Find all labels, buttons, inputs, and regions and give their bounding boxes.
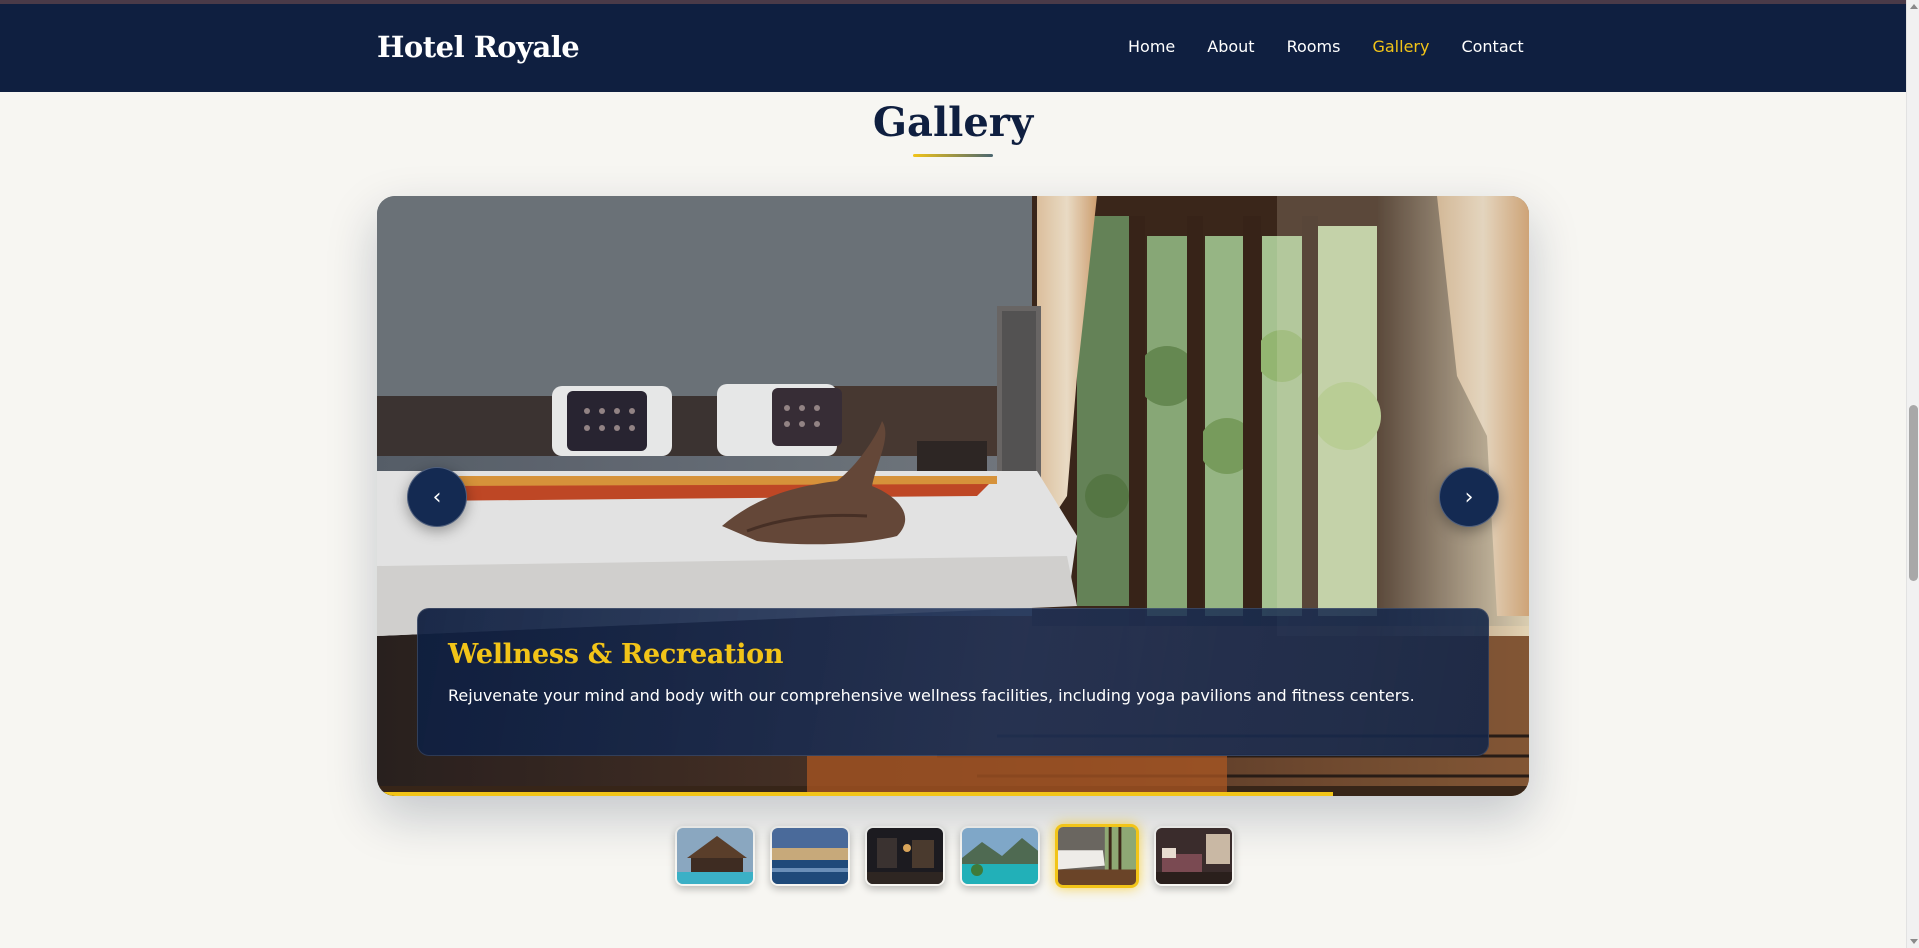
- thumbnail-strip: [675, 824, 1249, 888]
- title-underline: [913, 154, 993, 157]
- chevron-left-icon: ‹: [432, 484, 442, 510]
- nav-home[interactable]: Home: [1128, 37, 1175, 56]
- slide-title: Wellness & Recreation: [448, 639, 784, 670]
- gallery-carousel: ‹ › Wellness & Recreation Rejuvenate you…: [377, 196, 1529, 796]
- nav-gallery[interactable]: Gallery: [1372, 37, 1429, 56]
- thumbnail-5[interactable]: [1055, 824, 1139, 888]
- scroll-up-icon[interactable]: [1910, 4, 1918, 9]
- thumbnail-6[interactable]: [1154, 826, 1234, 886]
- carousel-next-button[interactable]: ›: [1439, 467, 1499, 527]
- scroll-down-icon[interactable]: [1910, 939, 1918, 944]
- section-title: Gallery: [872, 99, 1034, 146]
- site-logo[interactable]: Hotel Royale: [377, 30, 580, 64]
- scrollbar-thumb[interactable]: [1909, 405, 1918, 581]
- nav-rooms[interactable]: Rooms: [1287, 37, 1341, 56]
- thumbnail-2[interactable]: [770, 826, 850, 886]
- chevron-right-icon: ›: [1464, 484, 1474, 510]
- slide-description: Rejuvenate your mind and body with our c…: [448, 686, 1415, 705]
- main-nav: Home About Rooms Gallery Contact: [1128, 37, 1556, 56]
- carousel-prev-button[interactable]: ‹: [407, 467, 467, 527]
- thumbnail-3[interactable]: [865, 826, 945, 886]
- page-scrollbar[interactable]: [1906, 0, 1919, 948]
- site-header: Hotel Royale Home About Rooms Gallery Co…: [0, 4, 1906, 92]
- thumbnail-4[interactable]: [960, 826, 1040, 886]
- thumbnail-1[interactable]: [675, 826, 755, 886]
- nav-about[interactable]: About: [1207, 37, 1254, 56]
- slide-progress-bar: [377, 792, 1334, 796]
- slide-caption: Wellness & Recreation Rejuvenate your mi…: [417, 608, 1489, 756]
- nav-contact[interactable]: Contact: [1461, 37, 1523, 56]
